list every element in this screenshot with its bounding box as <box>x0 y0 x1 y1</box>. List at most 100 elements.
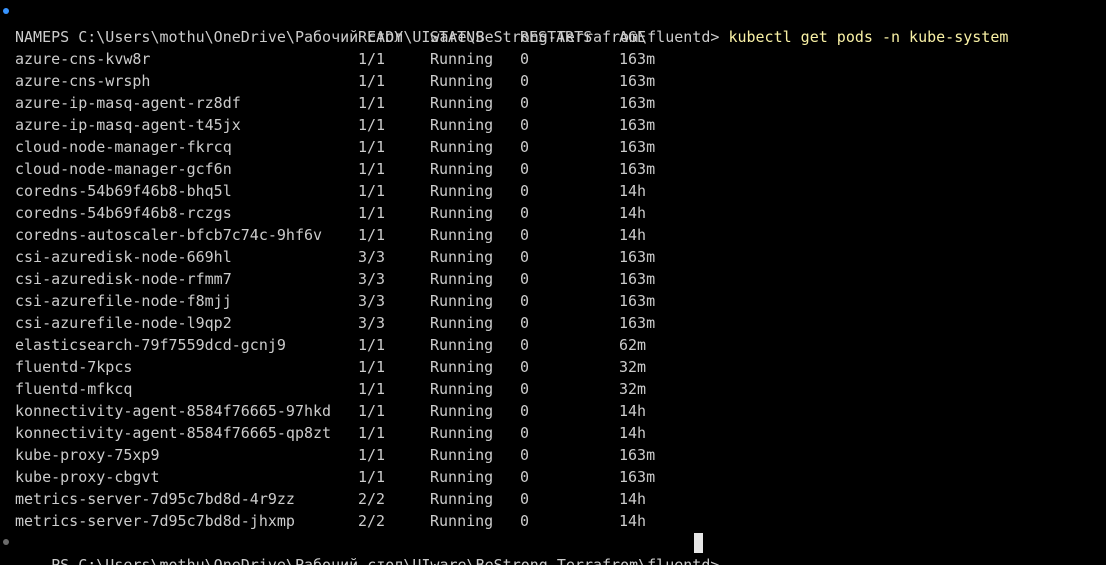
pod-name: cloud-node-manager-gcf6n <box>15 160 232 178</box>
pod-restarts: 0 <box>520 204 530 222</box>
table-row: konnectivity-agent-8584f76665-97hkd 1/1 Ru… <box>15 400 715 422</box>
pod-age: 163m <box>619 50 656 68</box>
table-row: coredns-54b69f46b8-rczgs 1/1 Running 0 14h <box>15 202 715 224</box>
table-row: elasticsearch-79f7559dcd-gcnj9 1/1 Running… <box>15 334 715 356</box>
pod-restarts: 0 <box>520 446 530 464</box>
pod-name: coredns-54b69f46b8-bhq5l <box>15 182 232 200</box>
pod-status: Running <box>430 512 494 530</box>
command-text: kubectl get pods -n kube-system <box>728 28 1009 46</box>
table-row: csi-azurefile-node-l9qp2 3/3 Running 0 163m <box>15 312 715 334</box>
pod-status: Running <box>430 424 494 442</box>
pod-age: 163m <box>619 248 656 266</box>
table-row: coredns-54b69f46b8-bhq5l 1/1 Running 0 14h <box>15 180 715 202</box>
pod-ready: 1/1 <box>358 424 386 442</box>
pod-ready: 1/1 <box>358 468 386 486</box>
terminal-panel[interactable]: PS C:\Users\mothu\OneDrive\Рабочий стол\… <box>0 0 1106 565</box>
pod-name: csi-azuredisk-node-rfmm7 <box>15 270 232 288</box>
pod-name: azure-ip-masq-agent-rz8df <box>15 94 241 112</box>
pod-status: Running <box>430 138 494 156</box>
pod-ready: 1/1 <box>358 336 386 354</box>
pod-status: Running <box>430 468 494 486</box>
table-row: metrics-server-7d95c7bd8d-4r9zz 2/2 Runnin… <box>15 488 715 510</box>
pod-restarts: 0 <box>520 380 530 398</box>
final-prompt-line[interactable]: PS C:\Users\mothu\OneDrive\Рабочий стол\… <box>15 532 728 565</box>
pod-name: azure-ip-masq-agent-t45jx <box>15 116 241 134</box>
pod-restarts: 0 <box>520 50 530 68</box>
pod-status: Running <box>430 336 494 354</box>
pod-status: Running <box>430 182 494 200</box>
table-row: konnectivity-agent-8584f76665-qp8zt 1/1 Ru… <box>15 422 715 444</box>
table-row: fluentd-mfkcq 1/1 Running 0 32m <box>15 378 715 400</box>
pod-ready: 1/1 <box>358 94 386 112</box>
pod-age: 14h <box>619 226 647 244</box>
table-row: fluentd-7kpcs 1/1 Running 0 32m <box>15 356 715 378</box>
pod-status: Running <box>430 358 494 376</box>
pod-ready: 1/1 <box>358 226 386 244</box>
table-row: kube-proxy-cbgvt 1/1 Running 0 163m <box>15 466 715 488</box>
pod-restarts: 0 <box>520 94 530 112</box>
command-success-marker-icon[interactable] <box>3 8 9 14</box>
pod-ready: 1/1 <box>358 182 386 200</box>
table-row: azure-cns-kvw8r 1/1 Running 0 163m <box>15 48 715 70</box>
pod-ready: 3/3 <box>358 248 386 266</box>
pod-restarts: 0 <box>520 248 530 266</box>
pod-restarts: 0 <box>520 160 530 178</box>
pod-restarts: 0 <box>520 292 530 310</box>
table-row: azure-cns-wrsph 1/1 Running 0 163m <box>15 70 715 92</box>
pod-status: Running <box>430 204 494 222</box>
pod-status: Running <box>430 72 494 90</box>
pod-status: Running <box>430 94 494 112</box>
pod-ready: 3/3 <box>358 314 386 332</box>
pod-restarts: 0 <box>520 72 530 90</box>
pod-restarts: 0 <box>520 138 530 156</box>
pod-status: Running <box>430 248 494 266</box>
table-row: azure-ip-masq-agent-rz8df 1/1 Running 0 163m <box>15 92 715 114</box>
pod-age: 14h <box>619 424 647 442</box>
pod-ready: 1/1 <box>358 116 386 134</box>
pod-age: 14h <box>619 512 647 530</box>
table-row: csi-azuredisk-node-669hl 3/3 Running 0 163m <box>15 246 715 268</box>
header-restarts: RESTARTS <box>520 28 593 46</box>
pod-ready: 1/1 <box>358 50 386 68</box>
pod-restarts: 0 <box>520 226 530 244</box>
pod-restarts: 0 <box>520 512 530 530</box>
pod-name: fluentd-mfkcq <box>15 380 133 398</box>
prompt-pending-marker-icon[interactable] <box>3 539 9 545</box>
pod-age: 14h <box>619 490 647 508</box>
table-row: csi-azurefile-node-f8mjj 3/3 Running 0 163m <box>15 290 715 312</box>
pod-name: coredns-autoscaler-bfcb7c74c-9hf6v <box>15 226 323 244</box>
final-prompt-text: PS C:\Users\mothu\OneDrive\Рабочий стол\… <box>51 556 729 565</box>
pod-name: fluentd-7kpcs <box>15 358 133 376</box>
pod-name: elasticsearch-79f7559dcd-gcnj9 <box>15 336 286 354</box>
pod-age: 163m <box>619 72 656 90</box>
pod-age: 14h <box>619 182 647 200</box>
pod-status: Running <box>430 380 494 398</box>
pod-ready: 3/3 <box>358 292 386 310</box>
pod-name: metrics-server-7d95c7bd8d-4r9zz <box>15 490 295 508</box>
pod-name: cloud-node-manager-fkrcq <box>15 138 232 156</box>
pod-status: Running <box>430 50 494 68</box>
pod-age: 163m <box>619 468 656 486</box>
pod-restarts: 0 <box>520 182 530 200</box>
pod-restarts: 0 <box>520 490 530 508</box>
pod-ready: 2/2 <box>358 512 386 530</box>
pod-status: Running <box>430 270 494 288</box>
table-row: cloud-node-manager-fkrcq 1/1 Running 0 163m <box>15 136 715 158</box>
pod-restarts: 0 <box>520 424 530 442</box>
table-row: cloud-node-manager-gcf6n 1/1 Running 0 163m <box>15 158 715 180</box>
pod-restarts: 0 <box>520 402 530 420</box>
pod-name: csi-azurefile-node-f8mjj <box>15 292 232 310</box>
pod-age: 14h <box>619 402 647 420</box>
pod-age: 163m <box>619 446 656 464</box>
pod-age: 163m <box>619 292 656 310</box>
command-line: PS C:\Users\mothu\OneDrive\Рабочий стол\… <box>15 4 1008 46</box>
table-row: csi-azuredisk-node-rfmm7 3/3 Running 0 163m <box>15 268 715 290</box>
pod-name: azure-cns-wrsph <box>15 72 151 90</box>
pod-restarts: 0 <box>520 336 530 354</box>
pod-restarts: 0 <box>520 468 530 486</box>
pod-age: 163m <box>619 138 656 156</box>
pod-ready: 1/1 <box>358 358 386 376</box>
pod-status: Running <box>430 292 494 310</box>
pod-name: metrics-server-7d95c7bd8d-jhxmp <box>15 512 295 530</box>
block-cursor-icon <box>694 533 704 553</box>
